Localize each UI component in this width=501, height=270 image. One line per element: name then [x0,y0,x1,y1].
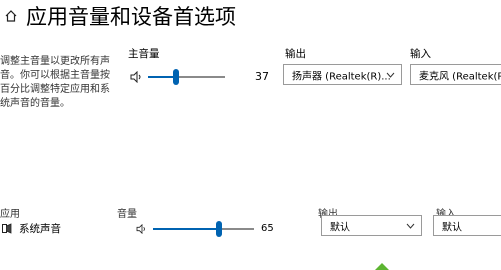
app-input-selected: 默认 [442,222,462,233]
master-input-selected: 麦克风 (Realtek(R)... [419,71,501,82]
master-volume-value: 37 [255,70,269,83]
master-volume-label: 主音量 [128,48,160,60]
system-sounds-icon [2,223,12,234]
app-output-dropdown[interactable]: 默认 [321,215,422,236]
app-speaker-icon[interactable] [136,224,148,234]
input-label: 输入 [410,48,431,60]
output-label: 输出 [285,48,306,60]
green-arrow-icon [375,263,389,270]
app-name: 系统声音 [19,223,61,235]
chevron-down-icon [386,72,395,78]
app-volume-thumb[interactable] [215,221,222,237]
volume-column-header: 音量 [117,209,137,220]
home-icon[interactable] [4,9,18,23]
app-column-header: 应用 [0,209,20,220]
master-input-dropdown[interactable]: 麦克风 (Realtek(R)... [410,64,501,85]
app-volume-fill [153,228,219,230]
speaker-icon[interactable] [130,71,144,83]
app-volume-slider[interactable] [153,221,254,237]
app-input-dropdown[interactable]: 默认 [433,215,501,236]
page-title: 应用音量和设备首选项 [26,5,236,29]
master-volume-slider[interactable] [148,69,225,85]
master-output-selected: 扬声器 (Realtek(R)... [292,71,391,82]
app-output-selected: 默认 [330,222,350,233]
master-volume-fill [148,76,177,78]
app-volume-value: 65 [261,223,274,234]
chevron-down-icon [406,223,415,229]
volume-description: 调整主音量以更改所有声音。你可以根据主音量按百分比调整特定应用和系统声音的音量。 [0,56,110,109]
master-volume-thumb[interactable] [173,69,180,85]
master-output-dropdown[interactable]: 扬声器 (Realtek(R)... [283,64,402,85]
